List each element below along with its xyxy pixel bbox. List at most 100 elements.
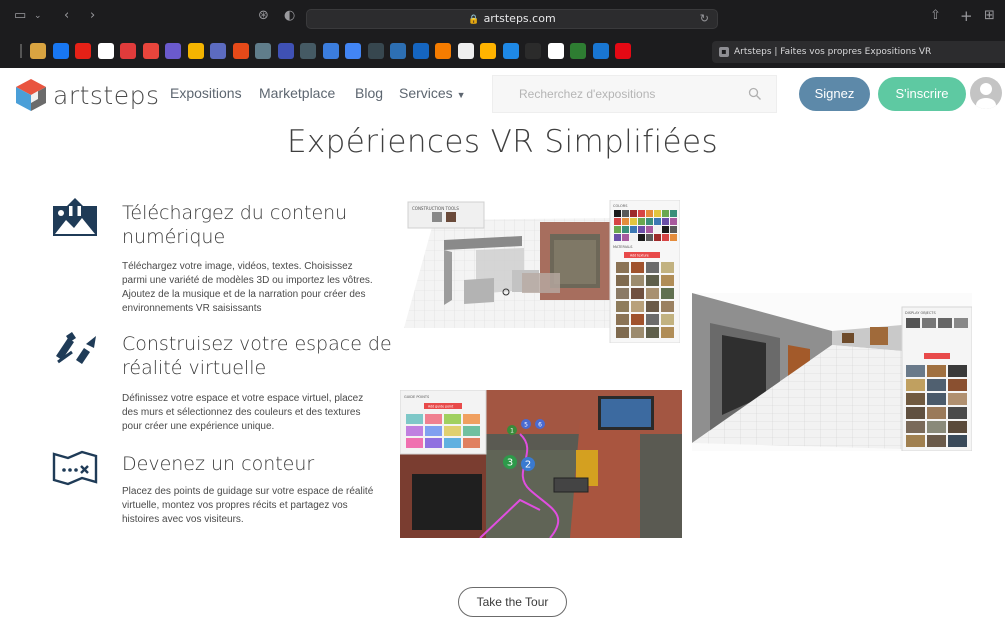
bookmark-favicon-icon[interactable]: [97, 43, 114, 59]
address-bar[interactable]: 🔒 artsteps.com ↻: [306, 9, 718, 29]
materials-label: MATERIALS: [613, 245, 633, 249]
bookmark-favicon-icon[interactable]: [412, 43, 429, 59]
material-swatch: [631, 314, 644, 325]
guide-color-swatch: [463, 426, 480, 436]
bookmark-favicon-icon[interactable]: [502, 43, 519, 59]
artwork-thumbnail: [927, 421, 946, 433]
bookmark-favicon-icon[interactable]: [142, 43, 159, 59]
color-swatch: [614, 218, 621, 225]
privacy-report-icon[interactable]: ⊛: [258, 6, 269, 26]
bookmark-favicon-icon[interactable]: [345, 43, 361, 59]
nav-marketplace[interactable]: Marketplace: [259, 85, 335, 101]
search-icon[interactable]: [748, 87, 762, 101]
guide-points-label: GUIDE POINTS: [404, 395, 430, 399]
material-swatch: [616, 288, 629, 299]
bookmark-favicon-icon[interactable]: [547, 43, 564, 59]
chevron-down-icon[interactable]: ⌄: [34, 6, 42, 26]
color-swatch: [646, 210, 653, 217]
guide-color-swatch: [425, 438, 442, 448]
bookmark-favicon-icon[interactable]: [277, 43, 294, 59]
bookmark-favicon-icon[interactable]: [367, 43, 384, 59]
artwork-thumbnail: [927, 379, 946, 391]
share-icon[interactable]: ⇧: [930, 6, 941, 26]
construction-tools-label: CONSTRUCTION TOOLS: [412, 206, 459, 211]
gallery-preview: DISPLAY OBJECTS: [692, 293, 972, 451]
reload-icon[interactable]: ↻: [700, 10, 709, 28]
artwork-thumbnail: [948, 393, 967, 405]
artwork-thumbnail: [927, 365, 946, 377]
new-tab-icon[interactable]: +: [960, 6, 973, 26]
add-guide-point-button[interactable]: Add guide point: [428, 405, 454, 409]
nav-services[interactable]: Services ▼: [399, 85, 466, 101]
active-tab[interactable]: ▪ Artsteps | Faites vos propres Expositi…: [712, 41, 1005, 63]
bookmark-favicon-icon[interactable]: [120, 43, 136, 59]
bookmark-favicon-icon[interactable]: [570, 43, 586, 59]
material-swatch: [646, 314, 659, 325]
favorites-bar: ▪ Artsteps | Faites vos propres Expositi…: [0, 40, 1005, 64]
bookmark-favicon-icon[interactable]: [435, 43, 451, 59]
color-swatch: [630, 210, 637, 217]
color-swatch: [670, 234, 677, 241]
color-swatch: [614, 234, 621, 241]
color-swatch: [654, 210, 661, 217]
artwork-thumbnail: [948, 407, 967, 419]
nav-blog[interactable]: Blog: [355, 85, 383, 101]
bookmark-favicon-icon[interactable]: [75, 43, 91, 59]
construction-preview: CONSTRUCTION TOOLS COLORS MATERIALS Add …: [404, 200, 680, 343]
caret-down-icon: ▼: [456, 90, 466, 100]
artwork-thumbnail: [906, 379, 925, 391]
bookmark-favicon-icon[interactable]: [457, 43, 474, 59]
material-swatch: [646, 301, 659, 312]
bookmark-favicon-icon[interactable]: [232, 43, 249, 59]
color-swatch: [638, 226, 645, 233]
signin-button[interactable]: Signez: [799, 77, 870, 111]
feature-desc: Téléchargez votre image, vidéos, textes.…: [122, 261, 373, 314]
color-swatch: [622, 218, 629, 225]
tab-favicon-icon: ▪: [719, 47, 729, 57]
tab-overview-icon[interactable]: ⊞: [984, 6, 995, 26]
feature-desc: Définissez votre espace et votre espace …: [122, 393, 364, 432]
avatar[interactable]: [970, 77, 1002, 109]
bookmark-favicon-icon[interactable]: [300, 43, 316, 59]
color-swatch: [638, 234, 645, 241]
bookmark-favicon-icon[interactable]: [322, 43, 339, 59]
color-swatch: [670, 226, 677, 233]
forward-arrow-icon[interactable]: ›: [90, 6, 95, 26]
bookmark-favicon-icon[interactable]: [525, 43, 541, 59]
material-swatch: [631, 275, 644, 286]
search-input[interactable]: [493, 76, 743, 112]
browser-chrome: ▭ ⌄ ‹ › ⊛ ◐ 🔒 artsteps.com ↻ ⇧ + ⊞ ▪ Arts…: [0, 0, 1005, 68]
back-arrow-icon[interactable]: ‹: [64, 6, 69, 26]
shield-icon[interactable]: ◐: [284, 6, 295, 26]
artsteps-logo[interactable]: artsteps: [14, 78, 160, 112]
take-the-tour-button[interactable]: Take the Tour: [458, 587, 567, 617]
guide-points-preview: 1 5 6 3 2 GUIDE POINTS Add guide point: [400, 390, 682, 538]
lock-icon: 🔒: [468, 15, 480, 25]
guide-color-swatch: [406, 426, 423, 436]
bookmark-favicon-icon[interactable]: [165, 43, 181, 59]
nav-expositions[interactable]: Expositions: [170, 85, 242, 101]
sidebar-toggle-icon[interactable]: ▭: [14, 6, 26, 26]
construction-scene: CONSTRUCTION TOOLS COLORS MATERIALS Add …: [404, 200, 680, 343]
material-swatch: [646, 275, 659, 286]
bookmark-favicon-icon[interactable]: [592, 43, 609, 59]
color-swatch: [638, 210, 645, 217]
bookmark-favicon-icon[interactable]: [187, 43, 204, 59]
material-swatch: [646, 327, 659, 338]
signup-button[interactable]: S'inscrire: [878, 77, 966, 111]
guide-color-swatch: [406, 414, 423, 424]
artwork-thumbnail: [948, 421, 967, 433]
add-texture-button[interactable]: Add texture: [630, 254, 649, 258]
color-swatch: [670, 218, 677, 225]
bookmark-favicon-icon[interactable]: [30, 43, 46, 59]
bookmark-favicon-icon[interactable]: [480, 43, 496, 59]
material-swatch: [661, 275, 674, 286]
material-swatch: [661, 288, 674, 299]
bookmark-favicon-icon[interactable]: [52, 43, 69, 59]
bookmark-favicon-icon[interactable]: [255, 43, 271, 59]
artwork-thumbnail: [948, 379, 967, 391]
bookmark-favicon-icon[interactable]: [210, 43, 226, 59]
bookmark-favicon-icon[interactable]: [615, 43, 631, 59]
bookmark-favicon-icon[interactable]: [390, 43, 406, 59]
color-swatch: [638, 218, 645, 225]
